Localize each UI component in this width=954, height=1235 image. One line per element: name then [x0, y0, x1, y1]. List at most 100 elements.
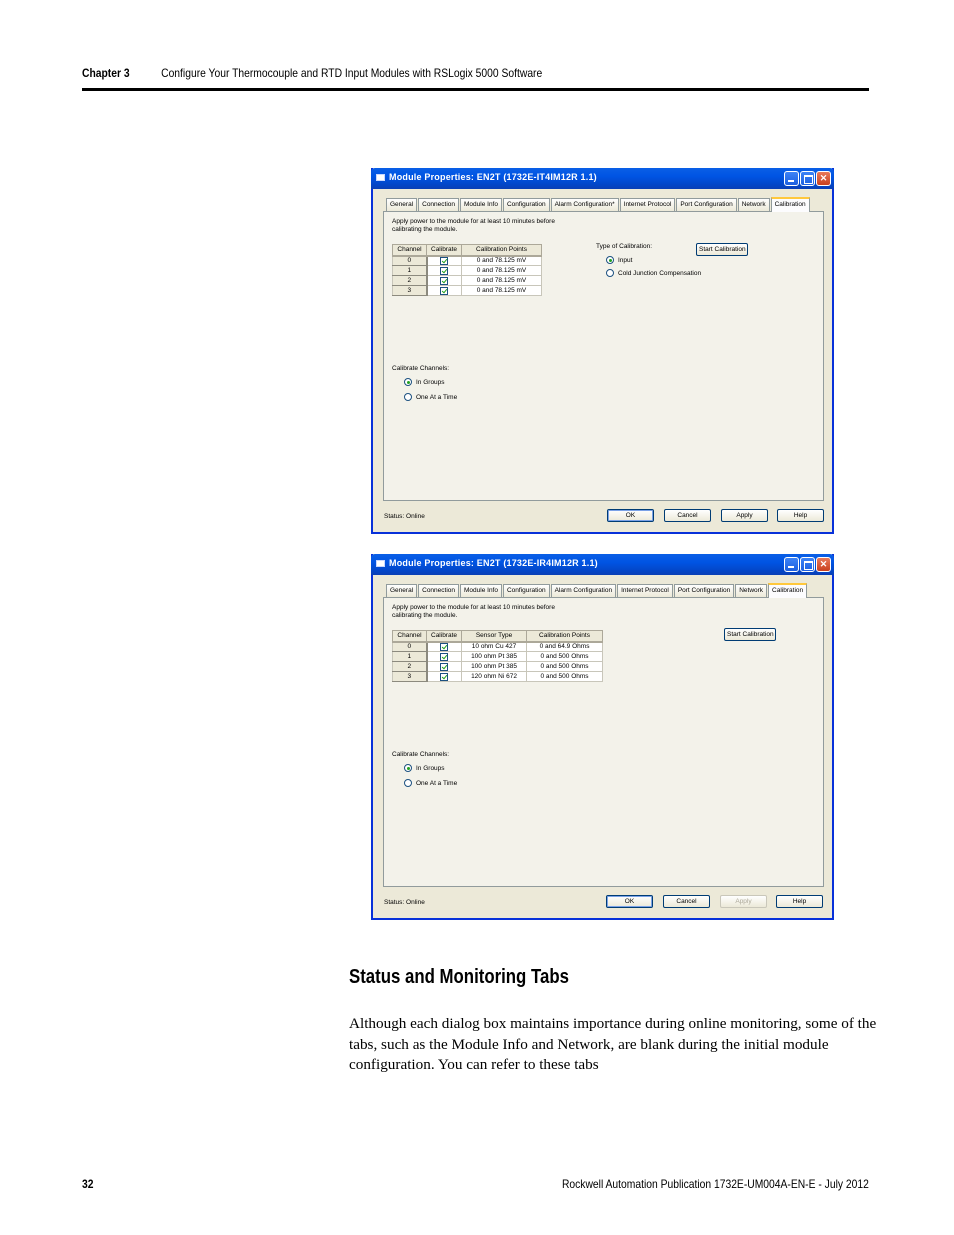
tab-alarm-configuration[interactable]: Alarm Configuration* — [550, 198, 619, 211]
calibrate-checkbox[interactable] — [440, 286, 449, 295]
table-row: 3 120 ohm Ni 672 0 and 500 Ohms — [392, 671, 604, 682]
calibrate-checkbox[interactable] — [440, 256, 449, 265]
tab-alarm-configuration[interactable]: Alarm Configuration — [550, 584, 617, 597]
calibrate-checkbox[interactable] — [440, 642, 449, 651]
tab-general[interactable]: General — [386, 198, 418, 211]
start-calibration-button[interactable]: Start Calibration — [696, 243, 748, 256]
status-text: Status: Online — [384, 513, 425, 520]
channel-cell: 0 — [392, 255, 428, 266]
radio-selected-icon[interactable] — [606, 256, 614, 264]
tab-general[interactable]: General — [386, 584, 418, 597]
calibrate-checkbox[interactable] — [440, 672, 449, 681]
calibrate-cell — [425, 651, 463, 662]
radio-selected-icon[interactable] — [404, 764, 412, 772]
column-header-calibrate: Calibrate — [425, 244, 463, 257]
calibrate-cell — [425, 671, 463, 682]
module-properties-dialog-it4im12r: Module Properties: EN2T (1732E-IT4IM12R … — [371, 168, 834, 534]
publication-info: Rockwell Automation Publication 1732E-UM… — [562, 1177, 869, 1191]
calibration-points-cell: 0 and 78.125 mV — [461, 285, 543, 296]
tab-port-configuration[interactable]: Port Configuration — [673, 584, 735, 597]
radio-one-at-a-time[interactable]: One At a Time — [404, 779, 457, 787]
calibration-panel: Apply power to the module for at least 1… — [383, 597, 824, 887]
tab-configuration[interactable]: Configuration — [502, 584, 550, 597]
maximize-icon[interactable] — [800, 557, 815, 572]
column-header-channel: Channel — [392, 630, 427, 643]
radio-in-groups[interactable]: In Groups — [404, 764, 445, 772]
type-of-calibration-label: Type of Calibration: — [596, 243, 653, 250]
sensor-type-cell: 100 ohm Pt 385 — [461, 661, 528, 672]
table-row: 2 0 and 78.125 mV — [392, 275, 543, 286]
header-rule — [82, 88, 869, 91]
minimize-icon[interactable] — [784, 171, 799, 186]
calibrate-cell — [425, 641, 463, 652]
channel-cell: 2 — [392, 275, 428, 286]
page-number: 32 — [82, 1177, 94, 1191]
calibrate-checkbox[interactable] — [440, 276, 449, 285]
radio-cold-junction-compensation[interactable]: Cold Junction Compensation — [606, 269, 701, 277]
tab-module-info[interactable]: Module Info — [460, 198, 502, 211]
minimize-icon[interactable] — [784, 557, 799, 572]
channel-cell: 3 — [392, 285, 428, 296]
radio-unselected-icon[interactable] — [404, 393, 412, 401]
tab-configuration[interactable]: Configuration — [502, 198, 550, 211]
calibrate-checkbox[interactable] — [440, 662, 449, 671]
close-icon[interactable]: ✕ — [816, 171, 831, 186]
calibrate-checkbox[interactable] — [440, 266, 449, 275]
help-button[interactable]: Help — [777, 509, 824, 522]
close-icon[interactable]: ✕ — [816, 557, 831, 572]
radio-in-groups[interactable]: In Groups — [404, 378, 445, 386]
table-row: 2 100 ohm Pt 385 0 and 500 Ohms — [392, 661, 604, 672]
calibrate-channels-label: Calibrate Channels: — [392, 365, 450, 372]
calibration-points-cell: 0 and 64.9 Ohms — [526, 641, 604, 652]
channel-cell: 2 — [392, 661, 428, 672]
tab-port-configuration[interactable]: Port Configuration — [676, 198, 737, 211]
tab-network[interactable]: Network — [737, 198, 770, 211]
calibrate-cell — [425, 265, 463, 276]
calibration-points-cell: 0 and 78.125 mV — [461, 275, 543, 286]
calibrate-cell — [425, 285, 463, 296]
channel-cell: 3 — [392, 671, 428, 682]
calibrate-checkbox[interactable] — [440, 652, 449, 661]
tab-connection[interactable]: Connection — [418, 584, 460, 597]
sensor-type-cell: 10 ohm Cu 427 — [461, 641, 528, 652]
column-header-sensor-type: Sensor Type — [461, 630, 528, 643]
chapter-label: Chapter 3 — [82, 66, 130, 80]
table-header-row: Channel Calibrate Sensor Type Calibratio… — [392, 630, 604, 643]
tab-module-info[interactable]: Module Info — [460, 584, 502, 597]
title-bar[interactable]: Module Properties: EN2T (1732E-IR4IM12R … — [371, 554, 834, 575]
table-row: 0 0 and 78.125 mV — [392, 255, 543, 266]
ok-button[interactable]: OK — [606, 895, 653, 908]
calibration-points-cell: 0 and 500 Ohms — [526, 661, 604, 672]
radio-input[interactable]: Input — [606, 256, 632, 264]
calibration-table: Channel Calibrate Calibration Points 0 0… — [392, 244, 543, 296]
start-calibration-button[interactable]: Start Calibration — [724, 628, 776, 641]
tab-internet-protocol[interactable]: Internet Protocol — [617, 584, 673, 597]
cancel-button[interactable]: Cancel — [663, 895, 710, 908]
apply-button: Apply — [720, 895, 767, 908]
radio-label: Input — [618, 256, 633, 264]
ok-button[interactable]: OK — [607, 509, 654, 522]
radio-label: In Groups — [416, 378, 445, 386]
calibrate-cell — [425, 255, 463, 266]
window-icon — [376, 174, 385, 181]
radio-one-at-a-time[interactable]: One At a Time — [404, 393, 457, 401]
help-button[interactable]: Help — [776, 895, 823, 908]
radio-selected-icon[interactable] — [404, 378, 412, 386]
tab-calibration[interactable]: Calibration — [770, 197, 810, 212]
cancel-button[interactable]: Cancel — [664, 509, 711, 522]
tab-calibration[interactable]: Calibration — [768, 583, 808, 598]
tab-strip: General Connection Module Info Configura… — [386, 583, 808, 598]
body-paragraph: Although each dialog box maintains impor… — [349, 1015, 877, 1073]
tab-connection[interactable]: Connection — [418, 198, 460, 211]
calibration-points-cell: 0 and 78.125 mV — [461, 255, 543, 266]
radio-label: One At a Time — [416, 393, 458, 401]
window-title: Module Properties: EN2T (1732E-IR4IM12R … — [389, 558, 598, 568]
tab-internet-protocol[interactable]: Internet Protocol — [619, 198, 676, 211]
radio-unselected-icon[interactable] — [606, 269, 614, 277]
title-bar[interactable]: Module Properties: EN2T (1732E-IT4IM12R … — [371, 168, 834, 189]
radio-unselected-icon[interactable] — [404, 779, 412, 787]
tab-network[interactable]: Network — [735, 584, 768, 597]
apply-button[interactable]: Apply — [721, 509, 768, 522]
chapter-title: Configure Your Thermocouple and RTD Inpu… — [161, 66, 543, 80]
maximize-icon[interactable] — [800, 171, 815, 186]
